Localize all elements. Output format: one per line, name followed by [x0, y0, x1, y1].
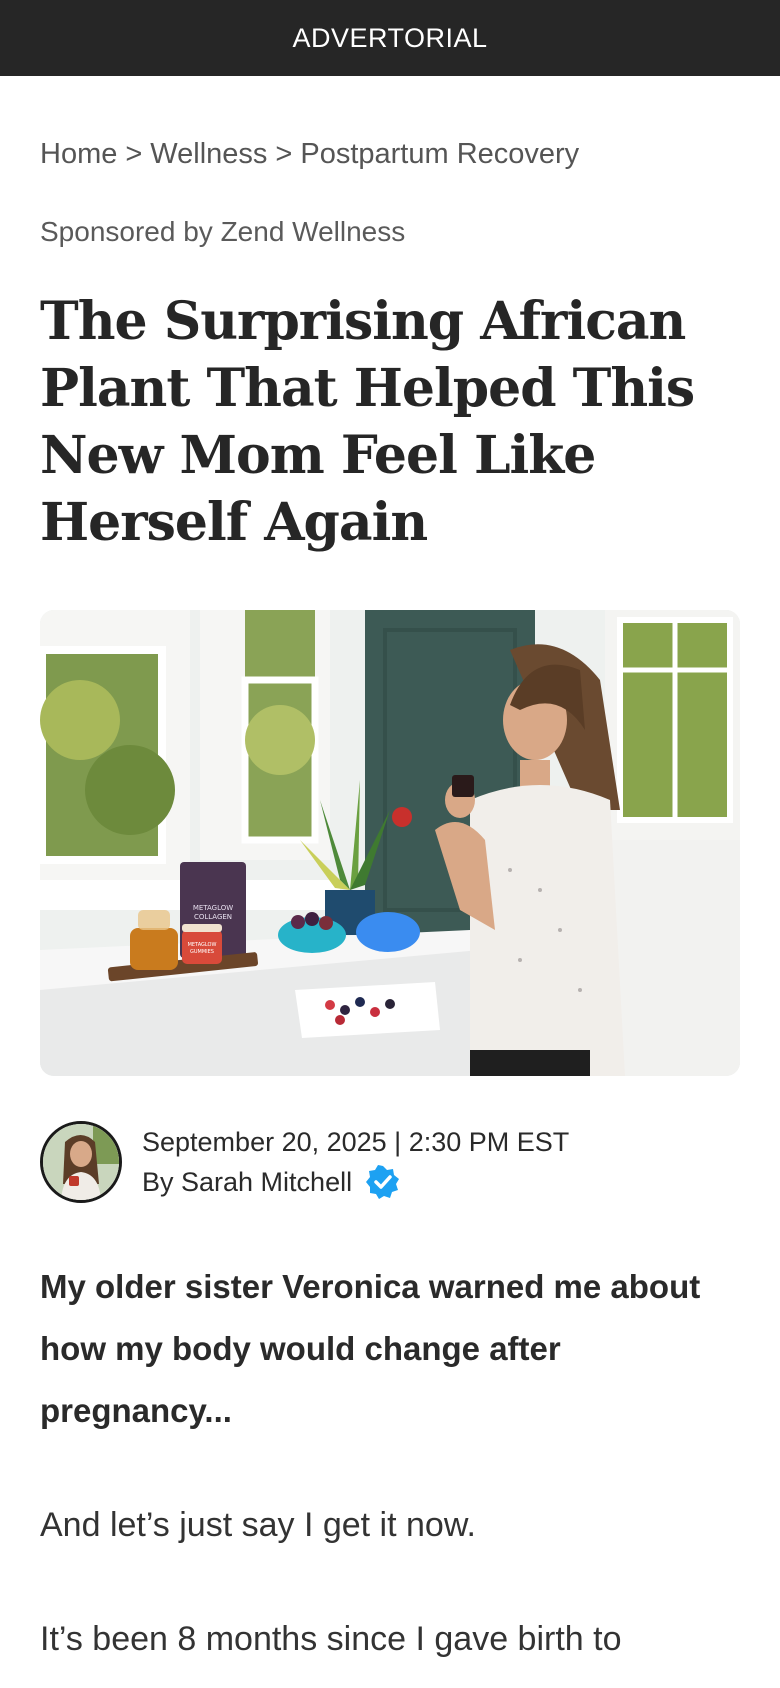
- article-lead: My older sister Veronica warned me about…: [40, 1268, 701, 1429]
- product-bag-label-2: COLLAGEN: [194, 913, 232, 921]
- breadcrumb-home[interactable]: Home: [40, 138, 117, 170]
- breadcrumb-postpartum-recovery[interactable]: Postpartum Recovery: [300, 138, 579, 170]
- article: Home > Wellness > Postpartum Recovery Sponso…: [40, 76, 740, 1670]
- author-byline: September 20, 2025 | 2:30 PM EST By Sara…: [40, 1120, 740, 1204]
- author-name[interactable]: By Sarah Mitchell: [142, 1162, 352, 1202]
- author-avatar[interactable]: [40, 1121, 122, 1203]
- article-paragraph-1: And let’s just say I get it now.: [40, 1506, 476, 1544]
- advertorial-label: ADVERTORIAL: [292, 22, 488, 53]
- article-paragraph-2: It’s been 8 months since I gave birth to: [40, 1620, 622, 1658]
- breadcrumb-separator: >: [125, 138, 143, 170]
- publish-datetime: September 20, 2025 | 2:30 PM EST: [142, 1127, 570, 1157]
- breadcrumb-separator: >: [275, 138, 293, 170]
- gummies-jar-label-2: GUMMIES: [190, 949, 214, 955]
- gummies-jar-label-1: METAGLOW: [188, 942, 217, 948]
- product-bag-label-1: METAGLOW: [193, 904, 233, 912]
- article-headline: The Surprising African Plant That Helped…: [40, 291, 695, 553]
- author-photo: [43, 1124, 119, 1200]
- hero-image: METAGLOW COLLAGEN METAGLOW GUMMIES: [40, 610, 740, 1076]
- verified-badge-icon: [366, 1165, 400, 1199]
- kitchen-scene-illustration: METAGLOW COLLAGEN METAGLOW GUMMIES: [40, 610, 740, 1076]
- sponsored-by-label: Sponsored by Zend Wellness: [40, 216, 406, 247]
- advertorial-banner: ADVERTORIAL: [0, 0, 780, 76]
- breadcrumb-wellness[interactable]: Wellness: [150, 138, 267, 170]
- breadcrumb: Home > Wellness > Postpartum Recovery: [40, 136, 740, 172]
